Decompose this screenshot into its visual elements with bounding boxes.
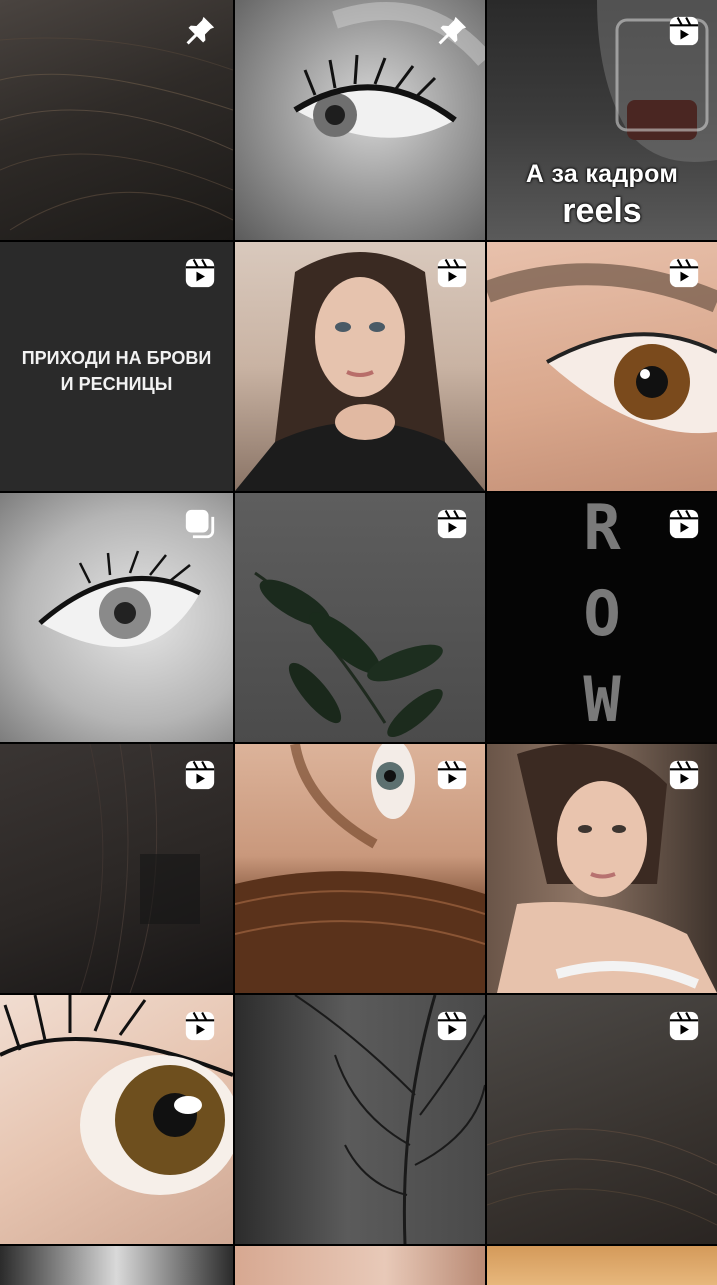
- reels-icon: [183, 256, 217, 290]
- post-tile-11[interactable]: [235, 744, 485, 993]
- post-tile-10[interactable]: [0, 744, 233, 993]
- reel-overlay-text-line1: А за кадром: [525, 160, 679, 188]
- profile-posts-grid: А за кадром reels ПРИХОДИ НА БРОВИ И РЕС…: [0, 0, 717, 1285]
- post-tile-7[interactable]: [0, 493, 233, 742]
- post-tile-6[interactable]: [487, 242, 717, 491]
- reels-icon: [667, 256, 701, 290]
- reels-icon: [667, 758, 701, 792]
- reel-overlay-text-line2: reels: [562, 192, 642, 230]
- reels-icon: [435, 256, 469, 290]
- post-tile-15[interactable]: [487, 995, 717, 1244]
- reels-icon: [435, 507, 469, 541]
- post-tile-16[interactable]: [0, 1246, 233, 1285]
- post-tile-2[interactable]: [235, 0, 485, 240]
- carousel-icon: [183, 507, 217, 541]
- post-tile-8[interactable]: [235, 493, 485, 742]
- post-tile-4[interactable]: ПРИХОДИ НА БРОВИ И РЕСНИЦЫ: [0, 242, 233, 491]
- pin-icon: [183, 14, 217, 48]
- reels-icon: [667, 14, 701, 48]
- reels-icon: [435, 758, 469, 792]
- post-tile-3[interactable]: А за кадром reels: [487, 0, 717, 240]
- pin-icon: [435, 14, 469, 48]
- post-tile-12[interactable]: [487, 744, 717, 993]
- post-tile-1[interactable]: [0, 0, 233, 240]
- row-letter-3: W: [583, 663, 621, 736]
- row-letter-2: O: [583, 577, 621, 650]
- reels-icon: [435, 1009, 469, 1043]
- reels-icon: [183, 758, 217, 792]
- post-tile-18[interactable]: [487, 1246, 717, 1285]
- post-tile-13[interactable]: [0, 995, 233, 1244]
- reels-icon: [667, 1009, 701, 1043]
- reels-icon: [183, 1009, 217, 1043]
- post-tile-5[interactable]: [235, 242, 485, 491]
- reels-icon: [667, 507, 701, 541]
- post-tile-17[interactable]: [235, 1246, 485, 1285]
- post-tile-9[interactable]: R O W: [487, 493, 717, 742]
- post-tile-14[interactable]: [235, 995, 485, 1244]
- reel-caption-text: ПРИХОДИ НА БРОВИ И РЕСНИЦЫ: [21, 348, 212, 394]
